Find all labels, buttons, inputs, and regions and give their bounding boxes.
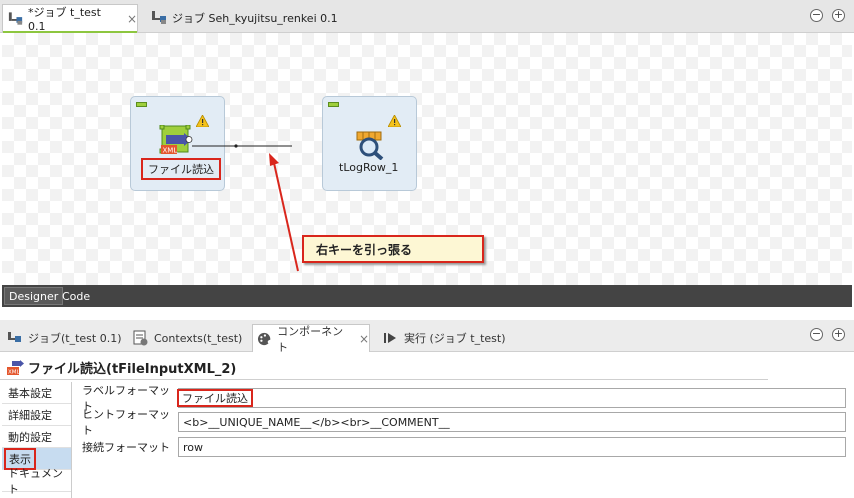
job-icon (152, 11, 166, 24)
tab-label: 実行 (ジョブ t_test) (404, 332, 506, 345)
input-value: <b>__UNIQUE_NAME__</b><br>__COMMENT__ (183, 415, 450, 429)
xml-file-input-icon: XML (159, 125, 193, 155)
tab-contexts[interactable]: Contexts(t_test) (132, 324, 242, 352)
node-label[interactable]: tLogRow_1 (339, 161, 398, 174)
hint-format-row: ヒントフォーマット (82, 408, 178, 437)
panel-tab-bar: ジョブ(t_test 0.1) Contexts(t_test) コンポーネント… (0, 320, 854, 354)
connection-line (192, 144, 292, 148)
status-indicator (136, 102, 147, 107)
component-header: XML ファイル読込(tFileInputXML_2) (0, 356, 768, 380)
side-item-documentation[interactable]: ドキュメント (2, 467, 71, 496)
node-label[interactable]: ファイル読込 (141, 158, 221, 180)
tab-job-t-test[interactable]: *ジョブ t_test 0.1 × (2, 4, 138, 34)
input-value: row (183, 440, 204, 454)
tab-component[interactable]: コンポーネント × (252, 324, 370, 354)
tab-label: ジョブ Seh_kyujitsu_renkei 0.1 (172, 12, 338, 25)
connection-format-input[interactable]: row (178, 437, 846, 457)
warning-icon (196, 115, 209, 127)
svg-text:XML: XML (8, 369, 21, 375)
warning-icon (388, 115, 401, 127)
side-item-dynamic[interactable]: 動的設定 (2, 426, 71, 448)
annotation-callout: 右キーを引っ張る (302, 235, 484, 263)
tab-job-info[interactable]: ジョブ(t_test 0.1) (6, 324, 122, 352)
designer-canvas[interactable]: XML ファイル読込 tLogRow_1 右キーを引っ張る (2, 33, 852, 285)
status-indicator (328, 102, 339, 107)
tab-label: *ジョブ t_test 0.1 (28, 6, 101, 33)
magnifier-log-icon (356, 131, 384, 160)
job-icon (8, 332, 21, 342)
field-label: 接続フォーマット (82, 441, 170, 454)
side-item-advanced[interactable]: 詳細設定 (2, 404, 71, 426)
job-icon (8, 11, 23, 25)
annotation-arrow (269, 153, 299, 272)
hint-format-input[interactable]: <b>__UNIQUE_NAME__</b><br>__COMMENT__ (178, 412, 846, 432)
tab-job-seh-kyujitsu[interactable]: ジョブ Seh_kyujitsu_renkei 0.1 (146, 4, 346, 32)
xml-file-input-icon: XML (7, 359, 24, 375)
designer-code-tab-bar: Designer Code (2, 285, 852, 307)
close-icon[interactable]: × (359, 332, 369, 346)
maximize-icon[interactable]: + (832, 9, 845, 22)
input-value: ファイル読込 (177, 389, 253, 407)
label-format-row: ラベルフォーマット (82, 384, 178, 413)
label-format-input[interactable]: ファイル読込 (177, 388, 846, 408)
settings-side-list: 基本設定 詳細設定 動的設定 表示 ドキュメント (2, 382, 72, 498)
component-title: ファイル読込(tFileInputXML_2) (28, 362, 237, 377)
connection-format-row: 接続フォーマット (82, 437, 178, 457)
maximize-icon[interactable]: + (832, 328, 845, 341)
side-item-basic[interactable]: 基本設定 (2, 382, 71, 404)
tab-run[interactable]: 実行 (ジョブ t_test) (382, 324, 506, 352)
close-icon[interactable]: × (127, 12, 137, 26)
tab-designer[interactable]: Designer (4, 287, 64, 305)
component-node-tlogrow[interactable]: tLogRow_1 (322, 96, 417, 191)
minimize-icon[interactable]: − (810, 9, 823, 22)
editor-tab-bar: *ジョブ t_test 0.1 × ジョブ Seh_kyujitsu_renke… (0, 0, 854, 34)
tab-label: コンポーネント (277, 324, 344, 354)
palette-icon (257, 332, 271, 345)
svg-text:XML: XML (163, 147, 178, 155)
run-icon (384, 333, 396, 343)
tab-code[interactable]: Code (58, 287, 94, 305)
tab-label: ジョブ(t_test 0.1) (28, 332, 122, 345)
tab-label: Contexts(t_test) (154, 331, 243, 345)
field-label: ヒントフォーマット (82, 408, 170, 437)
minimize-icon[interactable]: − (810, 328, 823, 341)
contexts-icon (133, 330, 148, 346)
